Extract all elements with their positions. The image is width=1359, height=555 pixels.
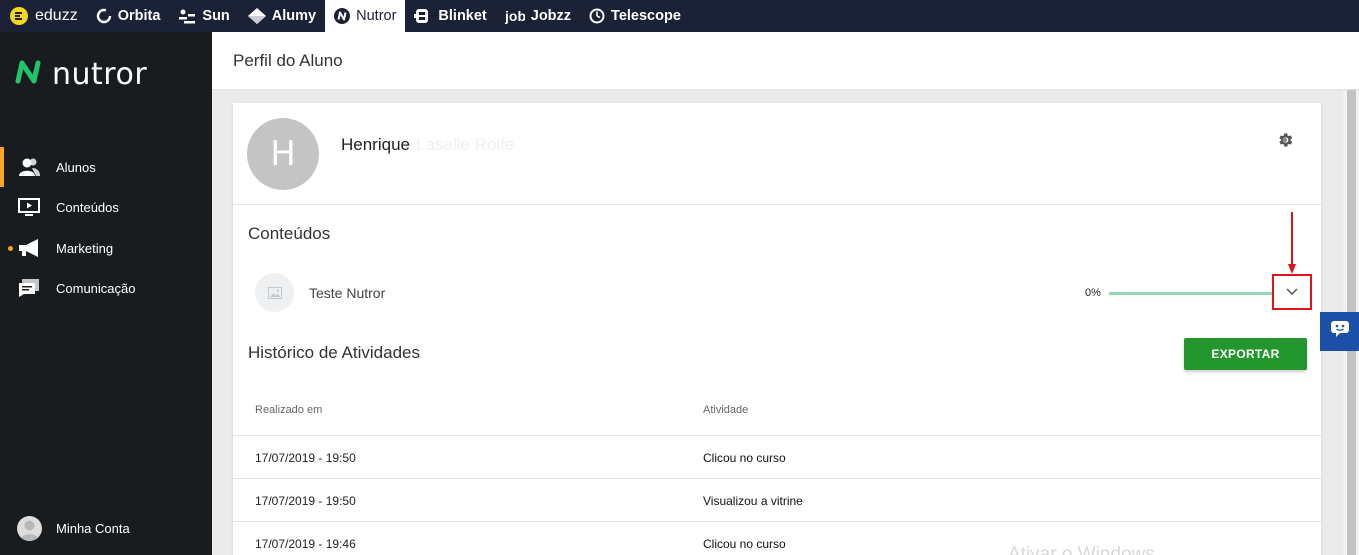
contents-section-title: Conteúdos xyxy=(248,224,331,243)
table-row: 17/07/2019 - 19:46 Clicou no curso xyxy=(233,521,1321,555)
sidebar-item-label: Marketing xyxy=(56,240,114,256)
history-section-title: Histórico de Atividades xyxy=(248,343,420,362)
sidebar-item-alunos[interactable]: Alunos xyxy=(0,147,212,187)
column-header-activity[interactable]: Atividade xyxy=(703,404,748,416)
activity-name: Clicou no curso xyxy=(703,537,786,551)
chevron-down-icon xyxy=(1286,283,1298,301)
topbar-item-telescope[interactable]: Telescope xyxy=(580,0,690,32)
activity-name: Clicou no curso xyxy=(703,451,786,465)
content-progress-label: 0% xyxy=(1085,287,1101,299)
table-row: 17/07/2019 - 19:50 Clicou no curso xyxy=(233,435,1321,478)
topbar-label: Orbita xyxy=(117,8,161,24)
students-icon xyxy=(18,157,40,177)
topbar-label: Jobzz xyxy=(530,8,572,24)
topbar-item-alumy[interactable]: Alumy xyxy=(239,0,325,32)
page-header: Perfil do Aluno xyxy=(212,32,1359,90)
nutror-logo-icon xyxy=(14,58,42,91)
svg-text:job: job xyxy=(505,8,525,24)
sidebar-item-marketing[interactable]: Marketing xyxy=(0,228,212,268)
windows-activation-watermark: Ativar o Windows xyxy=(1008,544,1155,555)
content-name: Teste Nutror xyxy=(309,285,386,301)
topbar-item-orbita[interactable]: Orbita xyxy=(87,0,170,32)
student-name: Henrique Lasalle Rolfe xyxy=(341,135,514,155)
eduzz-logo-icon xyxy=(9,6,29,26)
topbar-label: Blinket xyxy=(438,8,487,24)
student-last-name: Lasalle Rolfe xyxy=(416,135,515,154)
nutror-icon xyxy=(334,8,351,24)
student-profile-card: H Henrique Lasalle Rolfe Conteúdos Teste … xyxy=(233,103,1321,555)
export-button[interactable]: EXPORTAR xyxy=(1184,338,1307,370)
activity-date: 17/07/2019 - 19:50 xyxy=(255,451,356,465)
alumy-icon xyxy=(247,8,266,24)
topbar-label: Nutror xyxy=(356,8,397,24)
gear-icon[interactable] xyxy=(1276,131,1294,149)
topbar-label: Sun xyxy=(202,8,230,24)
topbar-item-blinket[interactable]: Blinket xyxy=(405,0,495,32)
topbar-item-nutror[interactable]: Nutror xyxy=(325,0,406,32)
telescope-icon xyxy=(589,8,605,24)
chat-icon xyxy=(18,278,40,298)
topbar-label: Alumy xyxy=(271,8,317,24)
annotation-arrow-icon xyxy=(1288,212,1296,274)
sidebar: nutror Alunos Conteúdos Marketing Comuni… xyxy=(0,32,212,555)
orbita-icon xyxy=(96,8,112,24)
megaphone-icon xyxy=(18,238,40,258)
table-row: 17/07/2019 - 19:50 Visualizou a vitrine xyxy=(233,478,1321,521)
content-progress-bar xyxy=(1109,292,1273,295)
content-item: Teste Nutror 0% xyxy=(255,273,1315,313)
sidebar-item-label: Conteúdos xyxy=(56,199,119,215)
divider xyxy=(233,204,1321,205)
activity-name: Visualizou a vitrine xyxy=(703,494,803,508)
student-first-name: Henrique xyxy=(341,135,410,154)
topbar-item-eduzz[interactable]: eduzz xyxy=(0,0,87,32)
topbar-item-jobzz[interactable]: job Jobzz xyxy=(496,0,580,32)
my-account-link[interactable]: Minha Conta xyxy=(0,508,212,548)
sidebar-item-conteudos[interactable]: Conteúdos xyxy=(0,187,212,227)
sun-icon xyxy=(178,8,196,24)
column-header-date[interactable]: Realizado em xyxy=(255,404,322,416)
activity-date: 17/07/2019 - 19:50 xyxy=(255,494,356,508)
my-account-label: Minha Conta xyxy=(56,520,130,536)
expand-content-button[interactable] xyxy=(1272,274,1312,310)
topbar-label: eduzz xyxy=(35,7,78,24)
sidebar-item-label: Comunicação xyxy=(56,280,136,296)
nutror-logo[interactable]: nutror xyxy=(14,57,147,92)
chat-bubble-icon xyxy=(1330,320,1350,343)
contents-icon xyxy=(18,197,40,217)
blinket-icon xyxy=(414,8,432,24)
student-avatar: H xyxy=(247,118,319,190)
notification-dot xyxy=(8,246,13,251)
topbar-label: Telescope xyxy=(611,8,681,24)
product-switcher-bar: eduzz Orbita Sun Alumy Nutror Blinket jo… xyxy=(0,0,1359,32)
image-placeholder-icon xyxy=(255,273,294,312)
page-title: Perfil do Aluno xyxy=(233,51,343,70)
activity-date: 17/07/2019 - 19:46 xyxy=(255,537,356,551)
jobzz-icon: job xyxy=(505,8,525,24)
support-chat-button[interactable] xyxy=(1320,312,1359,351)
logo-text: nutror xyxy=(52,57,148,92)
sidebar-item-label: Alunos xyxy=(56,159,96,175)
topbar-item-sun[interactable]: Sun xyxy=(169,0,238,32)
sidebar-item-comunicacao[interactable]: Comunicação xyxy=(0,268,212,308)
user-avatar xyxy=(17,516,42,541)
